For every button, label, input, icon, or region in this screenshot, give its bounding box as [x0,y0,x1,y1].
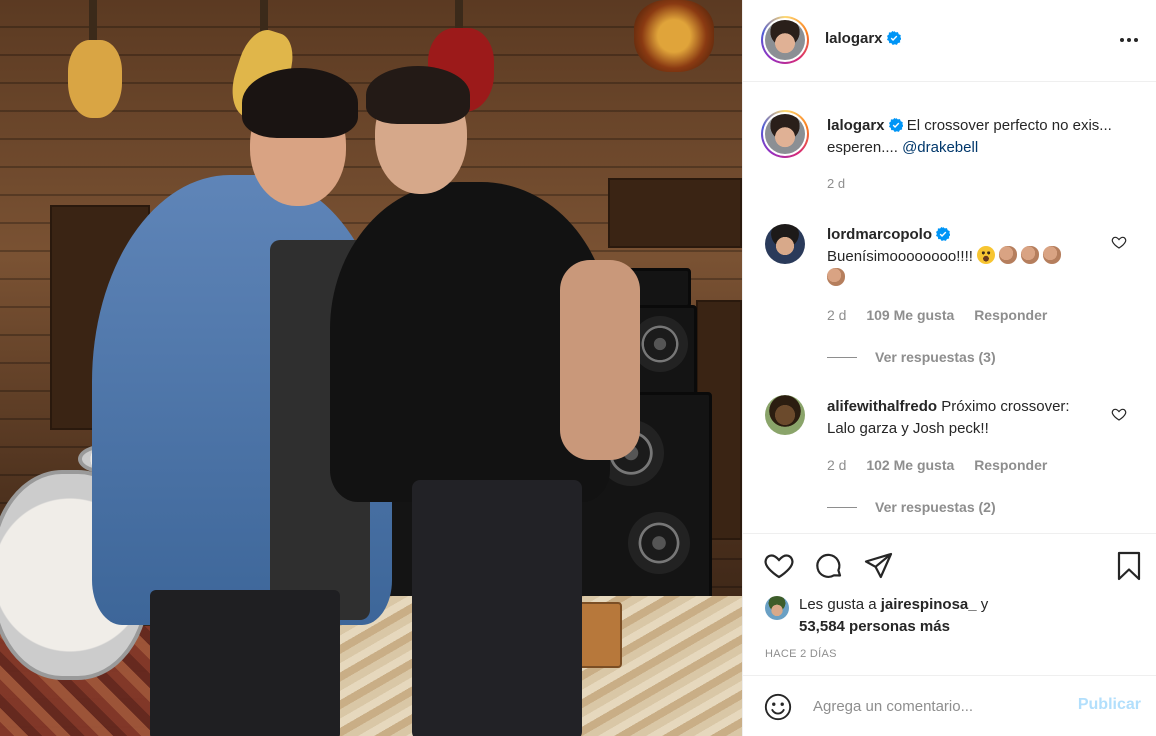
comment-input[interactable] [813,694,1063,718]
replies-divider-line [827,356,857,358]
view-replies-label: Ver respuestas (2) [875,499,996,515]
verified-badge-icon [888,118,903,132]
comment-meta: 2 d 102 Me gusta Responder [827,457,1063,473]
liker-username[interactable]: jairespinosa_ [881,596,977,613]
publish-button[interactable]: Publicar [1078,696,1141,714]
comment-icon[interactable] [813,550,845,582]
comment-like-heart-icon[interactable] [1111,406,1127,422]
reply-button[interactable]: Responder [974,307,1047,323]
more-options-icon[interactable] [1117,30,1141,50]
clapping-hands-emoji [827,268,845,286]
replies-divider-line [827,506,857,508]
person-right-arm [560,260,640,460]
reply-button[interactable]: Responder [974,457,1047,473]
view-replies-label: Ver respuestas (3) [875,349,996,365]
post-photo[interactable] [0,0,742,736]
view-replies-button[interactable]: Ver respuestas (3) [827,349,996,365]
clapping-hands-emoji [1043,246,1062,264]
liker-avatar[interactable] [765,596,789,620]
emoji-smile-icon[interactable] [763,692,793,722]
post-caption: lalogarx El crossover perfecto no exis..… [827,115,1127,159]
paper-plane-icon[interactable] [863,550,895,582]
guitar [68,40,122,118]
person-left-hair [242,68,358,138]
likes-connector: y [980,596,989,613]
comment-composer: Publicar [743,675,1156,736]
comment-username[interactable]: lordmarcopolo [827,226,932,243]
comment-timestamp[interactable]: 2 d [827,457,846,473]
speaker-cone [632,316,688,372]
comment-timestamp[interactable]: 2 d [827,307,846,323]
author-avatar-ring[interactable] [761,16,809,64]
person-left-legs [150,590,340,736]
comment-text: Buenísimoooooooo!!!! [827,248,973,265]
speaker-cone [628,512,690,574]
caption-mention-link[interactable]: @drakebell [902,139,978,156]
bookmark-icon[interactable] [1113,550,1145,582]
comment-meta: 2 d 109 Me gusta Responder [827,307,1063,323]
post-age[interactable]: HACE 2 DÍAS [765,648,837,660]
post-side-panel: lalogarx lalogarx El crossover perfecto … [742,0,1156,736]
comment-like-heart-icon[interactable] [1111,234,1127,250]
comment-likes-count[interactable]: 109 Me gusta [866,307,954,323]
guitar [634,0,714,72]
commenter-avatar[interactable] [765,224,805,264]
author-avatar[interactable] [765,20,805,60]
verified-badge-icon [936,227,951,241]
shelf-right [608,178,742,248]
heart-icon[interactable] [763,550,795,582]
comment-body: lordmarcopolo Buenísimoooooooo!!!! [827,224,1097,290]
comment-username[interactable]: alifewithalfredo [827,398,937,415]
verified-badge-icon [886,31,901,45]
clapping-hands-emoji [999,246,1018,264]
author-name-row: lalogarx [825,30,901,48]
comment-likes-count[interactable]: 102 Me gusta [866,457,954,473]
post-header: lalogarx [743,0,1156,82]
person-right-hair [366,66,470,124]
caption-author-avatar[interactable] [765,114,805,154]
likes-prefix: Les gusta a [799,596,877,613]
caption-timestamp[interactable]: 2 d [827,176,845,191]
comment-body: alifewithalfredo Próximo crossover: Lalo… [827,396,1097,440]
astonished-face-emoji [977,246,996,264]
likes-count[interactable]: 53,584 personas más [799,618,950,635]
commenter-avatar[interactable] [765,395,805,435]
caption-author-avatar-ring[interactable] [761,110,809,158]
person-right-legs [412,480,582,736]
author-username[interactable]: lalogarx [825,30,883,47]
post-action-bar: Les gusta a jairespinosa_ y 53,584 perso… [743,533,1156,736]
likes-summary: Les gusta a jairespinosa_ y 53,584 perso… [799,594,988,638]
clapping-hands-emoji [1021,246,1040,264]
caption-username[interactable]: lalogarx [827,117,885,134]
view-replies-button[interactable]: Ver respuestas (2) [827,499,996,515]
